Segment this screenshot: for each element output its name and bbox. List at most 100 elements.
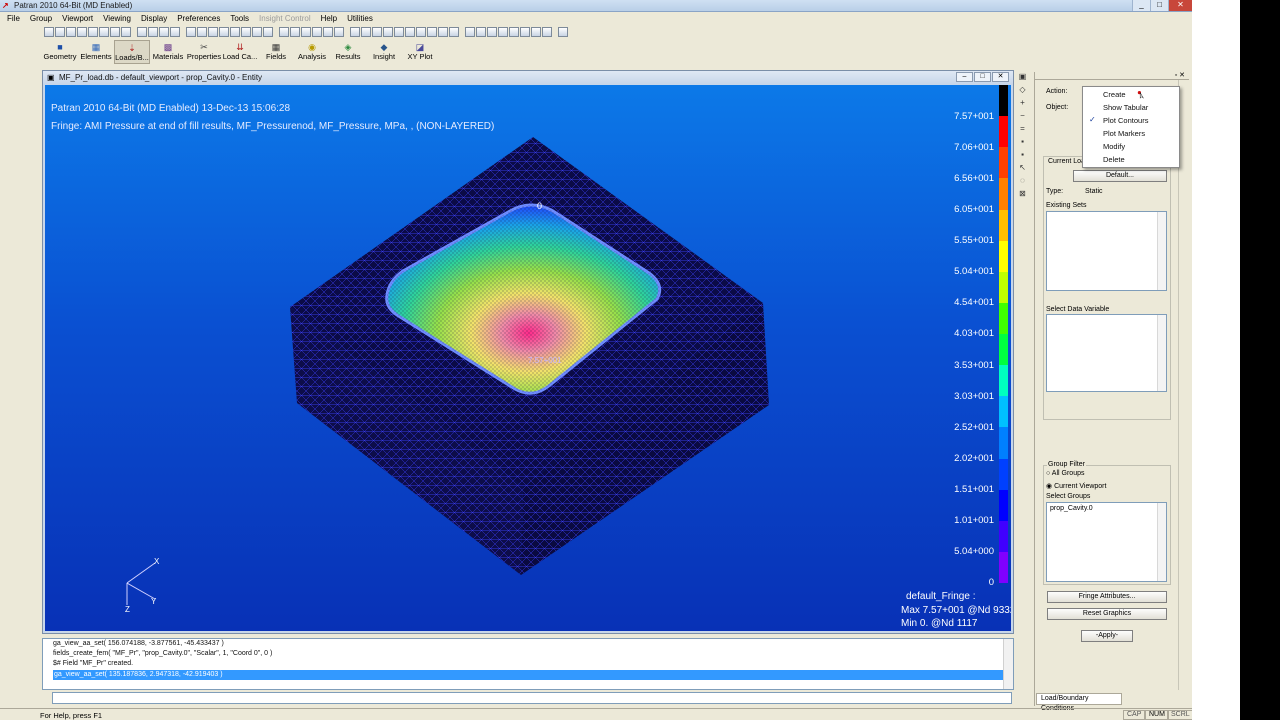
- existing-sets-scrollbar[interactable]: [1157, 212, 1166, 290]
- copy-icon[interactable]: [88, 27, 98, 37]
- option-modify[interactable]: Modify: [1103, 142, 1125, 151]
- menu-help[interactable]: Help: [316, 13, 342, 25]
- menu-file[interactable]: File: [2, 13, 25, 25]
- apply-button[interactable]: -Apply-: [1081, 630, 1133, 642]
- app-properties-button[interactable]: ✂ Properties: [186, 40, 222, 64]
- command-history[interactable]: ga_view_aa_set( 156.074188, -3.877561, -…: [42, 638, 1014, 690]
- plus-icon[interactable]: +: [1017, 98, 1028, 109]
- viewport-icon-2[interactable]: ◇: [1017, 85, 1028, 96]
- viewport-icon-1[interactable]: ▣: [1017, 72, 1028, 83]
- view-front-icon[interactable]: [186, 27, 196, 37]
- equals-icon[interactable]: =: [1017, 124, 1028, 135]
- history-line-selected[interactable]: ga_view_aa_set( 135.187836, 2.947318, -4…: [53, 670, 1003, 680]
- entity-select-5-icon[interactable]: [394, 27, 404, 37]
- menu-viewing[interactable]: Viewing: [98, 13, 136, 25]
- groups-list[interactable]: prop_Cavity.0: [1046, 502, 1167, 582]
- groups-scrollbar[interactable]: [1157, 503, 1166, 581]
- view-right-icon[interactable]: [241, 27, 251, 37]
- all-groups-radio[interactable]: ○ All Groups: [1046, 470, 1084, 477]
- entity-select-7-icon[interactable]: [416, 27, 426, 37]
- app-results-button[interactable]: ◈ Results: [330, 40, 366, 64]
- fit-icon[interactable]: [170, 27, 180, 37]
- new-file-icon[interactable]: [44, 27, 54, 37]
- entity-select-4-icon[interactable]: [383, 27, 393, 37]
- entity-select-1-icon[interactable]: [350, 27, 360, 37]
- app-analysis-button[interactable]: ◉ Analysis: [294, 40, 330, 64]
- command-input[interactable]: [52, 692, 1012, 704]
- close-button[interactable]: ✕: [1168, 0, 1192, 11]
- viewport-close-button[interactable]: ✕: [992, 72, 1009, 82]
- entity-select-2-icon[interactable]: [361, 27, 371, 37]
- label-8-icon[interactable]: [542, 27, 552, 37]
- view-top-icon[interactable]: [208, 27, 218, 37]
- history-line[interactable]: fields_create_fem( "MF_Pr", "prop_Cavity…: [53, 650, 272, 657]
- data-variable-scrollbar[interactable]: [1157, 315, 1166, 391]
- data-variable-list[interactable]: [1046, 314, 1167, 392]
- entity-select-3-icon[interactable]: [372, 27, 382, 37]
- panel-scrollbar[interactable]: [1178, 80, 1186, 690]
- option-delete[interactable]: Delete: [1103, 155, 1125, 164]
- zoom-out-icon[interactable]: [263, 27, 273, 37]
- label-1-icon[interactable]: [465, 27, 475, 37]
- option-plot-markers[interactable]: Plot Markers: [1103, 129, 1145, 138]
- reset-graphics-button[interactable]: Reset Graphics: [1047, 608, 1167, 620]
- group-item[interactable]: prop_Cavity.0: [1050, 505, 1093, 512]
- label-2-icon[interactable]: [476, 27, 486, 37]
- gray-box-1-icon[interactable]: ▪: [1017, 137, 1028, 148]
- menu-utilities[interactable]: Utilities: [342, 13, 378, 25]
- app-geometry-button[interactable]: ■ Geometry: [42, 40, 78, 64]
- app-elements-button[interactable]: ▦ Elements: [78, 40, 114, 64]
- existing-sets-list[interactable]: [1046, 211, 1167, 291]
- label-3-icon[interactable]: [487, 27, 497, 37]
- view-bottom-icon[interactable]: [219, 27, 229, 37]
- open-file-icon[interactable]: [55, 27, 65, 37]
- entity-select-6-icon[interactable]: [405, 27, 415, 37]
- app-fields-button[interactable]: ▦ Fields: [258, 40, 294, 64]
- undo-icon[interactable]: [99, 27, 109, 37]
- pan-icon[interactable]: [148, 27, 158, 37]
- app-load-cases-button[interactable]: ⇊ Load Ca...: [222, 40, 258, 64]
- zoom-icon[interactable]: [159, 27, 169, 37]
- home-icon[interactable]: [558, 27, 568, 37]
- entity-select-8-icon[interactable]: [427, 27, 437, 37]
- abort-icon[interactable]: [110, 27, 120, 37]
- app-materials-button[interactable]: ▩ Materials: [150, 40, 186, 64]
- app-loads-button[interactable]: ⇣ Loads/B...: [114, 40, 150, 64]
- zoom-in-icon[interactable]: [252, 27, 262, 37]
- option-create[interactable]: Create: [1103, 90, 1126, 99]
- entity-select-10-icon[interactable]: [449, 27, 459, 37]
- current-viewport-radio[interactable]: ◉ Current Viewport: [1046, 482, 1106, 490]
- menu-preferences[interactable]: Preferences: [172, 13, 225, 25]
- option-show-tabular[interactable]: Show Tabular: [1103, 103, 1148, 112]
- view-rear-icon[interactable]: [197, 27, 207, 37]
- history-line[interactable]: ga_view_aa_set( 156.074188, -3.877561, -…: [53, 640, 224, 647]
- rotate-icon[interactable]: [137, 27, 147, 37]
- app-insight-button[interactable]: ◆ Insight: [366, 40, 402, 64]
- entity-select-9-icon[interactable]: [438, 27, 448, 37]
- panel-tab-loads-bc[interactable]: Load/Boundary Conditions: [1036, 693, 1122, 712]
- view-left-icon[interactable]: [230, 27, 240, 37]
- label-6-icon[interactable]: [520, 27, 530, 37]
- viewport-maximize-button[interactable]: □: [974, 72, 991, 82]
- smooth-shade-icon[interactable]: [334, 27, 344, 37]
- iso-view-icon[interactable]: [279, 27, 289, 37]
- label-7-icon[interactable]: [531, 27, 541, 37]
- menu-display[interactable]: Display: [136, 13, 172, 25]
- gray-box-2-icon[interactable]: ▪: [1017, 150, 1028, 161]
- save-icon[interactable]: [66, 27, 76, 37]
- menu-group[interactable]: Group: [25, 13, 57, 25]
- panel-close-icon[interactable]: ▫ ✕: [1175, 71, 1185, 79]
- viewport-minimize-button[interactable]: –: [956, 72, 973, 82]
- menu-viewport[interactable]: Viewport: [57, 13, 98, 25]
- label-5-icon[interactable]: [509, 27, 519, 37]
- render-icon[interactable]: [290, 27, 300, 37]
- refresh-icon[interactable]: [121, 27, 131, 37]
- graphics-canvas[interactable]: Patran 2010 64-Bit (MD Enabled) 13-Dec-1…: [45, 85, 1011, 631]
- shaded-icon[interactable]: [301, 27, 311, 37]
- minimize-button[interactable]: _: [1132, 0, 1150, 11]
- option-plot-contours[interactable]: Plot Contours: [1103, 116, 1148, 125]
- history-line[interactable]: $# Field "MF_Pr" created.: [53, 660, 133, 667]
- label-4-icon[interactable]: [498, 27, 508, 37]
- pointer-icon[interactable]: ↖: [1017, 163, 1028, 174]
- pick-icon[interactable]: ⊠: [1017, 189, 1028, 200]
